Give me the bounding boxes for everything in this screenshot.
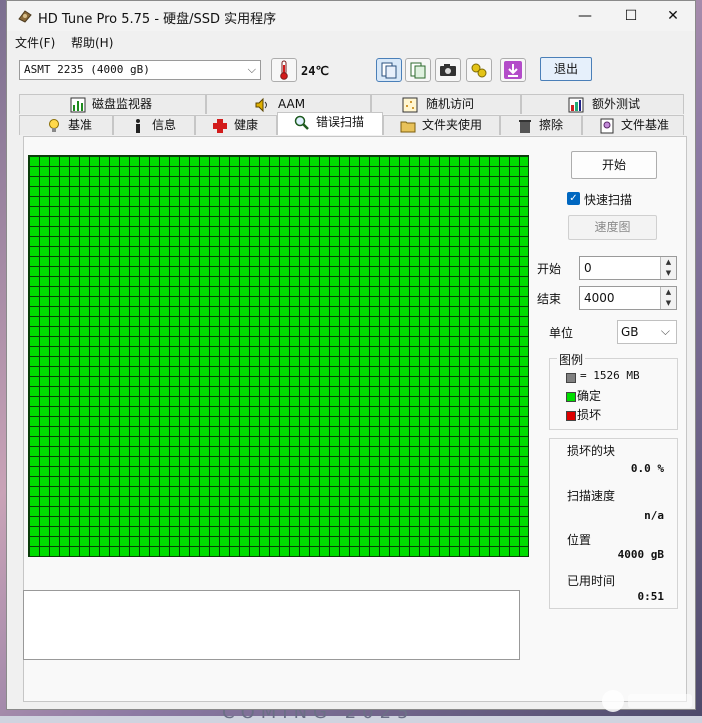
menu-bar: 文件(F) 帮助(H): [7, 31, 695, 53]
start-label: 开始: [537, 262, 562, 276]
speed-map-button[interactable]: 速度图: [568, 215, 657, 240]
tab-folder-usage[interactable]: 文件夹使用: [383, 115, 500, 135]
save-button[interactable]: [500, 58, 526, 82]
legend-block-swatch: [566, 373, 576, 383]
scatter-icon: [402, 97, 418, 113]
tab-error-scan[interactable]: 错误扫描: [277, 112, 383, 135]
tab-disk-monitor[interactable]: 磁盘监视器: [19, 94, 206, 114]
log-area[interactable]: [23, 590, 520, 660]
window-title: HD Tune Pro 5.75 - 硬盘/SSD 实用程序: [38, 12, 277, 27]
copy-all-icon: [410, 62, 426, 79]
options-button[interactable]: [466, 58, 492, 82]
start-spinner[interactable]: 0 ▲ ▼: [579, 256, 677, 280]
chart-window-icon: [568, 97, 584, 113]
spin-down-icon[interactable]: ▼: [660, 298, 676, 309]
screenshot-button[interactable]: [435, 58, 461, 82]
red-cross-icon: [213, 119, 227, 133]
magnifier-icon: [294, 115, 309, 130]
legend-ok-swatch: [566, 392, 576, 402]
elapsed-label: 已用时间: [567, 574, 616, 588]
maximize-button[interactable]: ☐: [608, 1, 654, 31]
exit-button[interactable]: 退出: [540, 57, 592, 81]
temperature-readout: 24℃: [301, 64, 329, 78]
file-bulb-icon: [600, 118, 614, 134]
title-bar: HD Tune Pro 5.75 - 硬盘/SSD 实用程序 — ☐ ✕: [7, 1, 695, 31]
block-map: [28, 155, 529, 557]
chevron-down-icon: ⌵: [247, 63, 256, 76]
chevron-down-icon: ⌵: [660, 324, 670, 338]
bar-chart-icon: [70, 97, 86, 113]
lightbulb-icon: [49, 119, 59, 132]
tab-erase[interactable]: 擦除: [500, 115, 582, 135]
tab-extra-tests[interactable]: 额外测试: [521, 94, 684, 114]
end-label: 结束: [537, 292, 562, 306]
legend-bad-swatch: [566, 411, 576, 421]
tab-info[interactable]: 信息: [113, 115, 195, 135]
menu-help[interactable]: 帮助(H): [71, 34, 113, 51]
damaged-blocks-value: 0.0 %: [630, 462, 664, 475]
legend-block-size: = 1526 MB: [580, 369, 640, 382]
wrench-icon: [471, 63, 487, 78]
position-value: 4000 gB: [617, 548, 664, 561]
drive-select[interactable]: ASMT 2235 (4000 gB) ⌵: [19, 60, 261, 80]
damaged-blocks-label: 损坏的块: [567, 444, 616, 458]
end-spinner[interactable]: 4000 ▲ ▼: [579, 286, 677, 310]
tab-health[interactable]: 健康: [195, 115, 277, 135]
scan-speed-label: 扫描速度: [567, 489, 616, 503]
trash-icon: [519, 120, 531, 133]
tab-file-benchmark[interactable]: 文件基准: [582, 115, 684, 135]
copy-text-button[interactable]: [376, 58, 402, 82]
legend-title: 图例: [557, 351, 586, 368]
folder-icon: [400, 121, 416, 133]
scan-speed-value: n/a: [644, 509, 664, 522]
start-value: 0: [584, 261, 592, 275]
legend-ok-label: 确定: [577, 389, 602, 403]
legend-bad-label: 损坏: [577, 408, 602, 422]
unit-label: 单位: [549, 326, 574, 340]
start-button[interactable]: 开始: [571, 151, 657, 179]
spin-down-icon[interactable]: ▼: [660, 268, 676, 279]
unit-value: GB: [621, 325, 639, 339]
drive-select-value: ASMT 2235 (4000 gB): [24, 63, 150, 76]
minimize-button[interactable]: —: [562, 1, 608, 31]
spin-up-icon[interactable]: ▲: [660, 257, 676, 268]
watermark-logo-icon: [602, 690, 692, 712]
app-logo-icon: [18, 10, 32, 23]
position-label: 位置: [567, 533, 592, 547]
temperature-button[interactable]: [271, 58, 297, 82]
copy-icon: [381, 62, 397, 79]
tab-random-access[interactable]: 随机访问: [371, 94, 521, 114]
camera-icon: [440, 64, 456, 76]
copy-all-button[interactable]: [405, 58, 431, 82]
unit-select[interactable]: GB ⌵: [617, 320, 677, 344]
spin-up-icon[interactable]: ▲: [660, 287, 676, 298]
quick-scan-checkbox[interactable]: ✓: [567, 192, 580, 205]
quick-scan-label: 快速扫描: [584, 193, 633, 207]
menu-file[interactable]: 文件(F): [15, 34, 55, 51]
elapsed-value: 0:51: [637, 590, 665, 603]
tab-strip: 磁盘监视器 AAM 随机访问 额外测试 基准 信息 健康 错误扫描 文件夹使用 …: [19, 94, 684, 136]
tab-aam[interactable]: AAM: [206, 94, 371, 114]
close-button[interactable]: ✕: [650, 1, 696, 31]
download-arrow-icon: [504, 61, 522, 79]
tab-benchmark[interactable]: 基准: [19, 115, 113, 135]
toolbar: ASMT 2235 (4000 gB) ⌵ 24℃ 退出: [7, 53, 695, 89]
end-value: 4000: [584, 291, 615, 305]
info-icon: [136, 119, 140, 133]
thermometer-icon: [280, 60, 288, 80]
speaker-icon: [255, 97, 267, 113]
checkmark-icon: ✓: [569, 193, 578, 204]
